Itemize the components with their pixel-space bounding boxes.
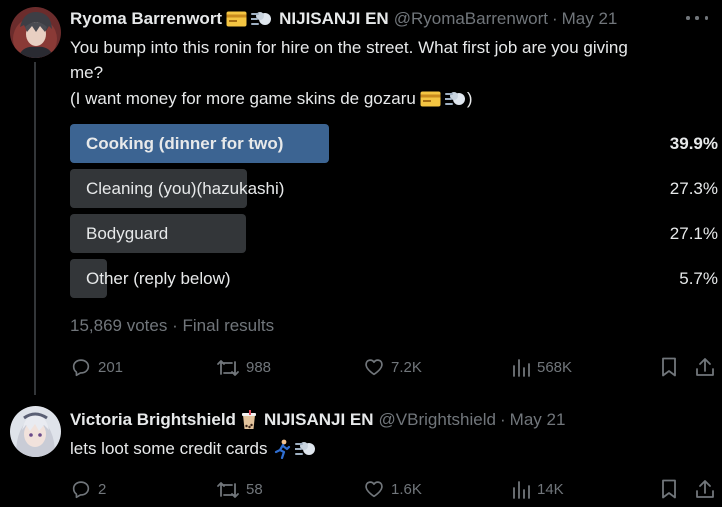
credit-card-icon: [420, 91, 441, 107]
dash-icon: [251, 10, 273, 28]
heart-icon: [365, 359, 383, 376]
views-icon: [513, 481, 530, 499]
heart-icon: [365, 481, 383, 498]
retweet-button[interactable]: 58: [216, 474, 263, 504]
reply-count: 201: [98, 358, 124, 376]
author-handle[interactable]: @VBrightshield: [379, 410, 496, 430]
poll-summary: 15,869 votes · Final results: [70, 316, 274, 336]
reply-icon: [72, 359, 90, 377]
bookmark-button[interactable]: [659, 352, 679, 382]
poll-option-label: Cleaning (you)(hazukashi): [86, 179, 285, 198]
like-count: 1.6K: [391, 480, 422, 498]
share-icon: [696, 480, 714, 498]
views-button[interactable]: 14K: [511, 474, 564, 504]
views-count: 568K: [537, 358, 573, 376]
avatar-ryoma[interactable]: [10, 7, 61, 58]
tweet-text-line-2: me?: [70, 63, 104, 82]
poll-option-label: Bodyguard: [86, 224, 169, 243]
poll-option-percent: 27.1%: [669, 224, 718, 243]
retweet-icon: [217, 482, 239, 498]
share-button[interactable]: [694, 474, 716, 504]
bookmark-button[interactable]: [659, 474, 679, 504]
poll-option-percent: 27.3%: [669, 179, 718, 198]
reply-button[interactable]: 2: [70, 474, 106, 504]
poll-option-cleaning[interactable]: Cleaning (you)(hazukashi) 27.3%: [70, 169, 720, 208]
tweet-text-line-1: You bump into this ronin for hire on the…: [70, 38, 628, 57]
tweet-text: lets loot some credit cards: [70, 436, 317, 461]
retweet-icon: [217, 360, 239, 376]
org-label: NIJISANJI EN: [279, 9, 389, 28]
tweet-actions: 201 988 7.2K 568K: [70, 352, 720, 382]
share-button[interactable]: [694, 352, 716, 382]
header-separator: ·: [499, 410, 506, 429]
share-icon: [696, 358, 714, 376]
reply-count: 2: [98, 480, 107, 498]
poll-summary-separator: ·: [172, 316, 178, 335]
reply-icon: [72, 481, 90, 499]
views-count: 14K: [537, 480, 564, 498]
poll-vote-count: 15,869 votes: [70, 316, 168, 335]
poll-option-bodyguard[interactable]: Bodyguard 27.1%: [70, 214, 720, 253]
tweet-header: Ryoma Barrenwort NIJISANJI EN @RyomaBarr…: [70, 7, 617, 31]
retweet-count: 988: [246, 358, 272, 376]
tweet-header: Victoria Brightshield NIJISANJI EN @VBri…: [70, 408, 565, 432]
poll-option-percent: 39.9%: [669, 134, 718, 153]
avatar-victoria[interactable]: [10, 406, 61, 457]
poll-option-percent: 5.7%: [679, 269, 718, 288]
poll-option-label: Other (reply below): [86, 269, 231, 288]
author-name[interactable]: Victoria Brightshield: [70, 410, 236, 430]
tweet-victoria[interactable]: Victoria Brightshield NIJISANJI EN @VBri…: [0, 395, 722, 507]
tweet-date[interactable]: May 21: [562, 9, 618, 29]
like-count: 7.2K: [391, 358, 422, 376]
retweet-button[interactable]: 988: [216, 352, 271, 382]
author-handle[interactable]: @RyomaBarrenwort: [394, 9, 548, 29]
tweet-date[interactable]: May 21: [510, 410, 566, 430]
dash-icon: [444, 90, 467, 108]
poll-status: Final results: [182, 316, 275, 335]
thread-connector-line: [34, 62, 36, 395]
reply-button[interactable]: 201: [70, 352, 123, 382]
bookmark-icon: [662, 357, 676, 377]
header-separator: ·: [551, 9, 558, 28]
retweet-count: 58: [246, 480, 263, 498]
runner-icon: [273, 439, 291, 459]
tweet-text-line-3-suffix: ): [466, 89, 473, 108]
like-button[interactable]: 1.6K: [363, 474, 422, 504]
dash-icon: [295, 440, 317, 458]
more-options-icon[interactable]: [686, 9, 708, 27]
tweet-ryoma[interactable]: Ryoma Barrenwort NIJISANJI EN @RyomaBarr…: [0, 0, 722, 395]
views-icon: [513, 359, 530, 377]
poll-option-label: Cooking (dinner for two): [86, 134, 284, 153]
tweet-text-body: lets loot some credit cards: [70, 439, 268, 458]
org-label: NIJISANJI EN: [263, 410, 374, 429]
like-button[interactable]: 7.2K: [363, 352, 422, 382]
tweet-actions: 2 58 1.6K 14K: [70, 474, 720, 504]
poll-option-cooking[interactable]: Cooking (dinner for two) 39.9%: [70, 124, 720, 163]
bubble-tea-icon: [240, 410, 258, 430]
author-name[interactable]: Ryoma Barrenwort: [70, 9, 222, 29]
tweet-text-line-3-body: (I want money for more game skins de goz…: [70, 89, 416, 108]
views-button[interactable]: 568K: [511, 352, 572, 382]
poll-option-other[interactable]: Other (reply below) 5.7%: [70, 259, 720, 298]
bookmark-icon: [662, 479, 676, 499]
tweet-text-line-3: (I want money for more game skins de goz…: [70, 86, 473, 111]
credit-card-icon: [226, 11, 247, 27]
